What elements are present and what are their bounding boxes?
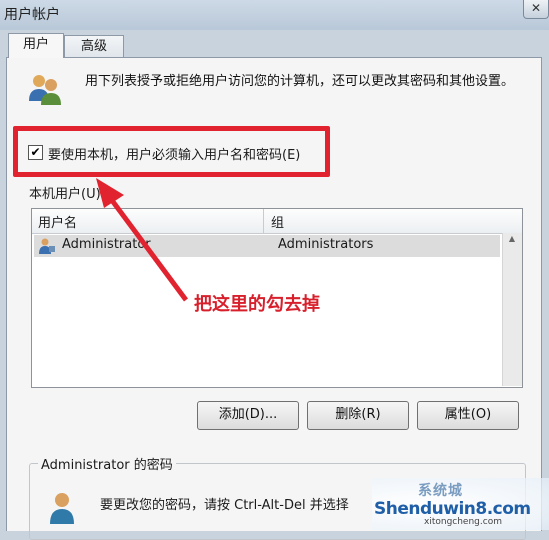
watermark-main: Shenduwin8.com xyxy=(374,499,531,519)
arrow-icon xyxy=(96,178,189,302)
watermark-logo: 系统城 xyxy=(418,483,463,499)
watermark: 系统城 Shenduwin8.com xitongcheng.com xyxy=(372,478,549,530)
annotation-text: 把这里的勾去掉 xyxy=(192,290,322,316)
watermark-sub: xitongcheng.com xyxy=(424,517,502,527)
